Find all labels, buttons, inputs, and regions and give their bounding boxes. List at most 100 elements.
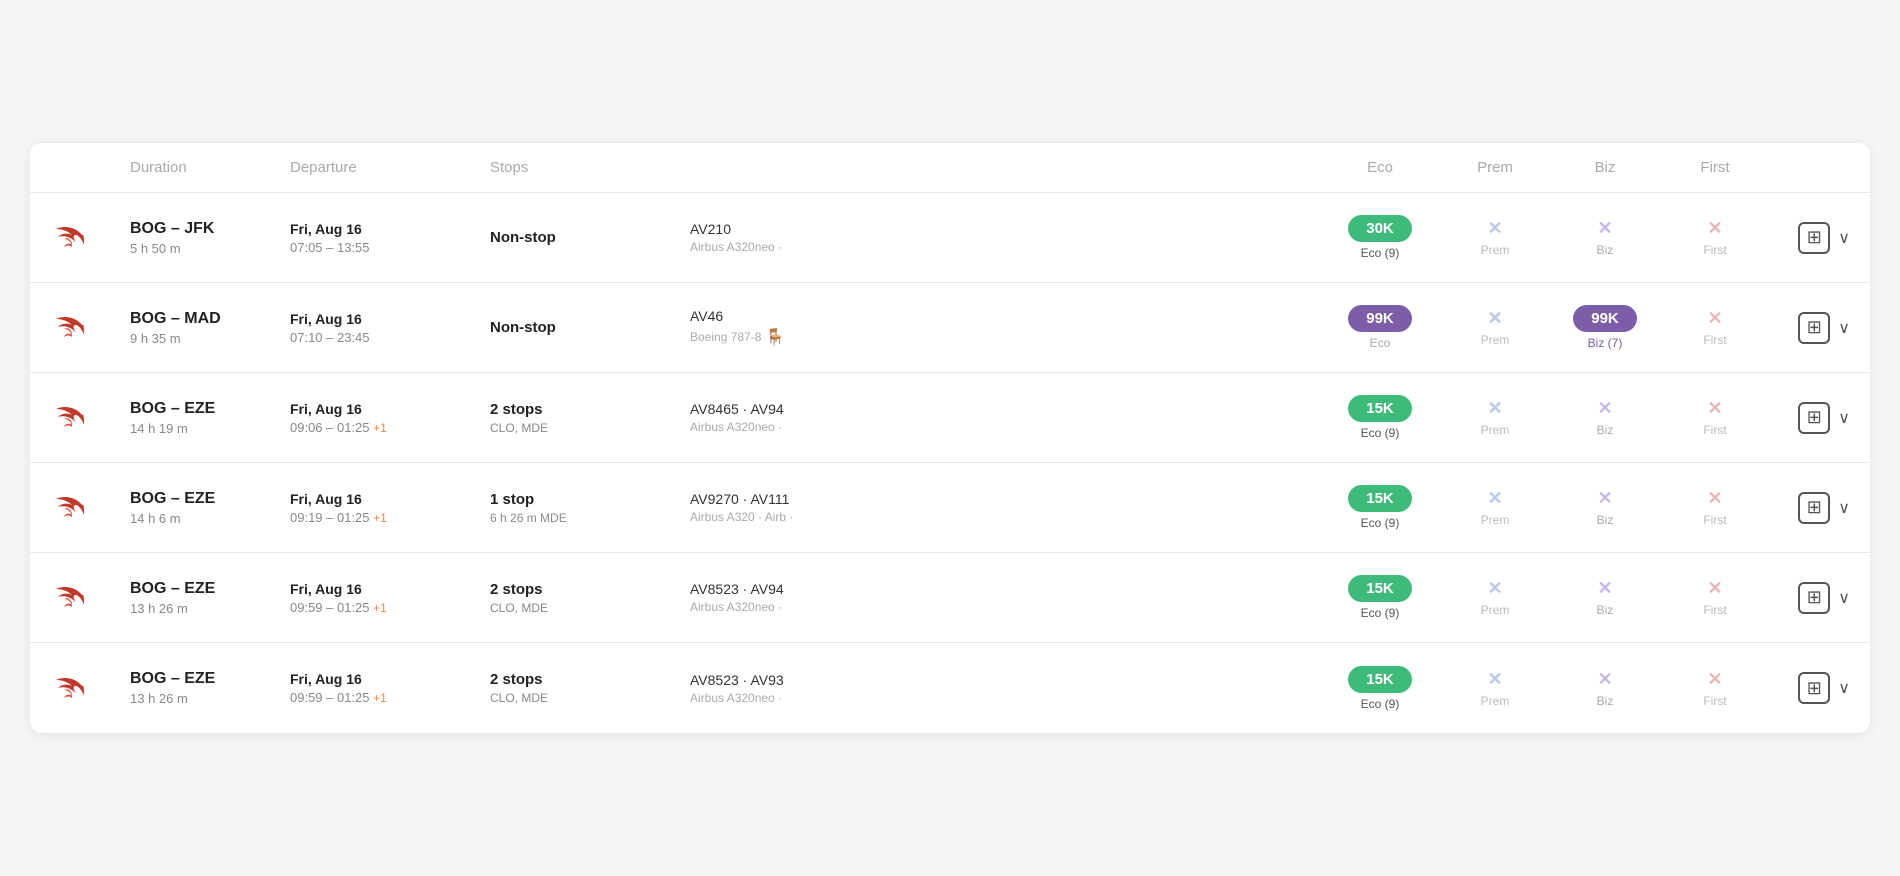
prem-cabin-col[interactable]: ✕ Prem bbox=[1440, 488, 1550, 527]
duration-text: 9 h 35 m bbox=[130, 331, 290, 346]
header-duration: Duration bbox=[130, 159, 290, 176]
stops-detail: CLO, MDE bbox=[490, 601, 690, 615]
stops-label: 1 stop bbox=[490, 491, 690, 508]
first-cabin-label: First bbox=[1703, 333, 1726, 347]
route-text: BOG – EZE bbox=[130, 580, 290, 598]
first-cabin-col[interactable]: ✕ First bbox=[1660, 488, 1770, 527]
flight-number: AV8523 · AV94 bbox=[690, 581, 1320, 597]
eco-price-badge[interactable]: 30K bbox=[1348, 215, 1412, 242]
eco-price-badge[interactable]: 99K bbox=[1348, 305, 1412, 332]
airline-logo-cell bbox=[50, 393, 130, 442]
biz-cabin-col[interactable]: ✕ Biz bbox=[1550, 669, 1660, 708]
aircraft-info: Airbus A320neo · bbox=[690, 691, 1320, 705]
eco-cabin-label: Eco bbox=[1370, 336, 1391, 350]
header-departure: Departure bbox=[290, 159, 490, 176]
table-row: BOG – EZE 13 h 26 m Fri, Aug 16 09:59 – … bbox=[30, 643, 1870, 733]
expand-button[interactable]: ∨ bbox=[1838, 408, 1850, 428]
duration-text: 5 h 50 m bbox=[130, 241, 290, 256]
stops-detail: CLO, MDE bbox=[490, 691, 690, 705]
biz-cabin-col[interactable]: ✕ Biz bbox=[1550, 578, 1660, 617]
route-info: BOG – MAD 9 h 35 m bbox=[130, 310, 290, 346]
header-stops: Stops bbox=[490, 159, 690, 176]
flight-details: AV8465 · AV94 Airbus A320neo · bbox=[690, 401, 1320, 434]
prem-x-icon: ✕ bbox=[1487, 669, 1502, 690]
first-x-icon: ✕ bbox=[1707, 308, 1722, 329]
first-x-icon: ✕ bbox=[1707, 488, 1722, 509]
table-row: BOG – EZE 14 h 19 m Fri, Aug 16 09:06 – … bbox=[30, 373, 1870, 463]
prem-cabin-col[interactable]: ✕ Prem bbox=[1440, 218, 1550, 257]
action-col: ⊞ ∨ bbox=[1770, 672, 1850, 704]
first-cabin-col[interactable]: ✕ First bbox=[1660, 578, 1770, 617]
flight-number: AV210 bbox=[690, 221, 1320, 237]
expand-button[interactable]: ∨ bbox=[1838, 318, 1850, 338]
prem-cabin-label: Prem bbox=[1481, 694, 1510, 708]
first-cabin-col[interactable]: ✕ First bbox=[1660, 308, 1770, 347]
flights-table: Duration Departure Stops Eco Prem Biz Fi… bbox=[30, 143, 1870, 733]
eco-cabin-col[interactable]: 15K Eco (9) bbox=[1320, 666, 1440, 711]
biz-cabin-col[interactable]: ✕ Biz bbox=[1550, 218, 1660, 257]
action-col: ⊞ ∨ bbox=[1770, 492, 1850, 524]
flight-number: AV9270 · AV111 bbox=[690, 491, 1320, 507]
airline-logo-cell bbox=[50, 573, 130, 622]
departure-date: Fri, Aug 16 bbox=[290, 491, 490, 507]
first-x-icon: ✕ bbox=[1707, 669, 1722, 690]
prem-cabin-label: Prem bbox=[1481, 243, 1510, 257]
eco-price-badge[interactable]: 15K bbox=[1348, 575, 1412, 602]
eco-cabin-col[interactable]: 15K Eco (9) bbox=[1320, 485, 1440, 530]
biz-cabin-label: Biz bbox=[1597, 694, 1614, 708]
prem-cabin-col[interactable]: ✕ Prem bbox=[1440, 669, 1550, 708]
eco-cabin-label: Eco (9) bbox=[1361, 426, 1400, 440]
departure-info: Fri, Aug 16 07:10 – 23:45 bbox=[290, 311, 490, 345]
first-x-icon: ✕ bbox=[1707, 218, 1722, 239]
stops-label: Non-stop bbox=[490, 319, 690, 336]
biz-price-badge[interactable]: 99K bbox=[1573, 305, 1637, 332]
add-button[interactable]: ⊞ bbox=[1798, 492, 1830, 524]
first-cabin-col[interactable]: ✕ First bbox=[1660, 398, 1770, 437]
add-button[interactable]: ⊞ bbox=[1798, 222, 1830, 254]
expand-button[interactable]: ∨ bbox=[1838, 228, 1850, 248]
biz-cabin-col[interactable]: ✕ Biz bbox=[1550, 488, 1660, 527]
time-plus: +1 bbox=[373, 691, 387, 705]
eco-price-badge[interactable]: 15K bbox=[1348, 666, 1412, 693]
first-cabin-col[interactable]: ✕ First bbox=[1660, 669, 1770, 708]
biz-x-icon: ✕ bbox=[1597, 669, 1612, 690]
biz-cabin-label: Biz bbox=[1597, 603, 1614, 617]
eco-cabin-col[interactable]: 99K Eco bbox=[1320, 305, 1440, 350]
flight-number: AV46 bbox=[690, 308, 1320, 324]
prem-cabin-label: Prem bbox=[1481, 513, 1510, 527]
departure-time: 09:06 – 01:25 +1 bbox=[290, 420, 490, 435]
header-eco: Eco bbox=[1320, 159, 1440, 176]
aircraft-info: Boeing 787-8 🪑 bbox=[690, 327, 1320, 347]
prem-x-icon: ✕ bbox=[1487, 218, 1502, 239]
add-button[interactable]: ⊞ bbox=[1798, 672, 1830, 704]
action-col: ⊞ ∨ bbox=[1770, 222, 1850, 254]
table-row: BOG – MAD 9 h 35 m Fri, Aug 16 07:10 – 2… bbox=[30, 283, 1870, 373]
first-cabin-col[interactable]: ✕ First bbox=[1660, 218, 1770, 257]
prem-cabin-col[interactable]: ✕ Prem bbox=[1440, 398, 1550, 437]
table-row: BOG – EZE 14 h 6 m Fri, Aug 16 09:19 – 0… bbox=[30, 463, 1870, 553]
expand-button[interactable]: ∨ bbox=[1838, 678, 1850, 698]
biz-cabin-col[interactable]: ✕ Biz bbox=[1550, 398, 1660, 437]
route-text: BOG – EZE bbox=[130, 490, 290, 508]
eco-cabin-col[interactable]: 15K Eco (9) bbox=[1320, 575, 1440, 620]
prem-cabin-col[interactable]: ✕ Prem bbox=[1440, 308, 1550, 347]
first-cabin-label: First bbox=[1703, 694, 1726, 708]
add-button[interactable]: ⊞ bbox=[1798, 402, 1830, 434]
add-button[interactable]: ⊞ bbox=[1798, 582, 1830, 614]
departure-date: Fri, Aug 16 bbox=[290, 581, 490, 597]
biz-x-icon: ✕ bbox=[1597, 578, 1612, 599]
eco-cabin-label: Eco (9) bbox=[1361, 697, 1400, 711]
eco-cabin-label: Eco (9) bbox=[1361, 246, 1400, 260]
airline-logo-cell bbox=[50, 213, 130, 262]
eco-price-badge[interactable]: 15K bbox=[1348, 485, 1412, 512]
biz-cabin-col[interactable]: 99K Biz (7) bbox=[1550, 305, 1660, 350]
departure-info: Fri, Aug 16 09:19 – 01:25 +1 bbox=[290, 491, 490, 525]
prem-cabin-col[interactable]: ✕ Prem bbox=[1440, 578, 1550, 617]
expand-button[interactable]: ∨ bbox=[1838, 498, 1850, 518]
expand-button[interactable]: ∨ bbox=[1838, 588, 1850, 608]
departure-time: 09:59 – 01:25 +1 bbox=[290, 600, 490, 615]
eco-price-badge[interactable]: 15K bbox=[1348, 395, 1412, 422]
eco-cabin-col[interactable]: 15K Eco (9) bbox=[1320, 395, 1440, 440]
eco-cabin-col[interactable]: 30K Eco (9) bbox=[1320, 215, 1440, 260]
add-button[interactable]: ⊞ bbox=[1798, 312, 1830, 344]
